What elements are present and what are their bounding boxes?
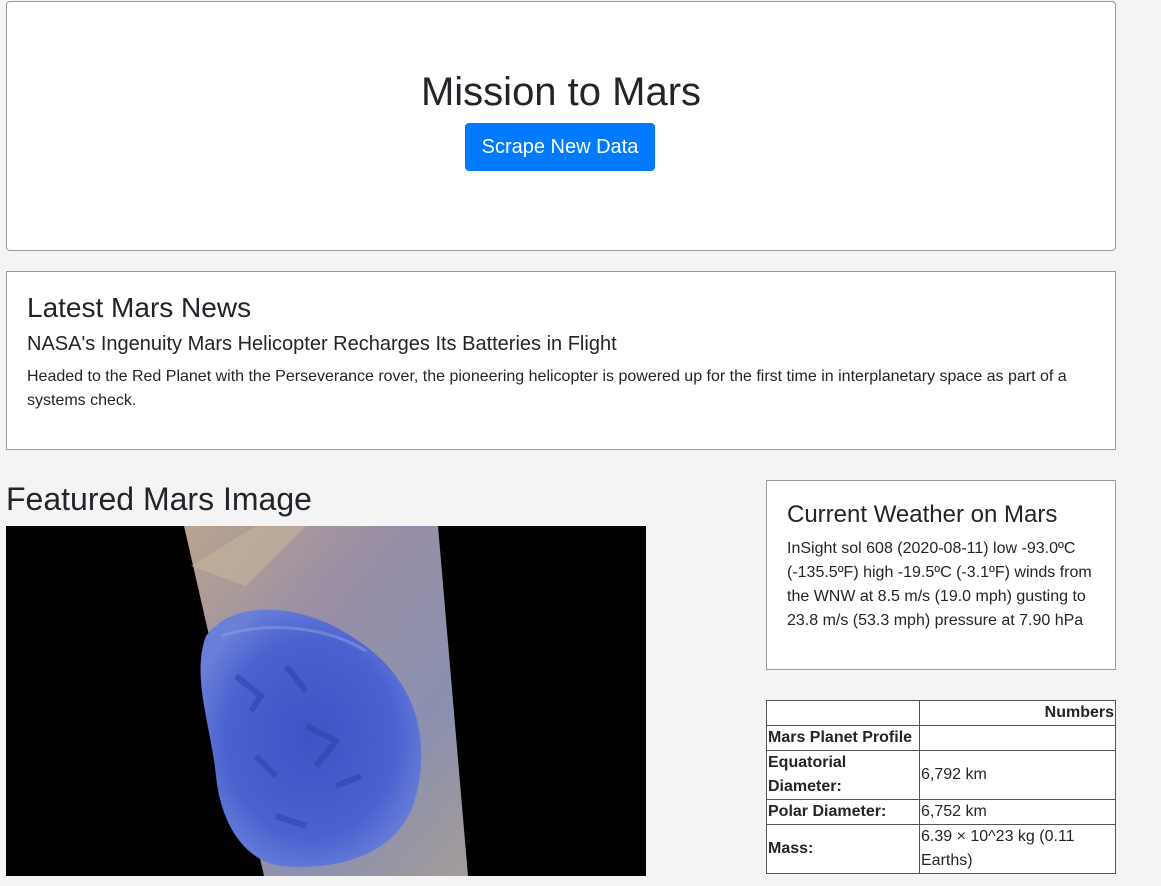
table-header-cell: Numbers xyxy=(919,700,1116,726)
scrape-new-data-button[interactable]: Scrape New Data xyxy=(465,123,655,171)
featured-mars-image xyxy=(6,526,646,876)
fact-label: Equatorial Diameter: xyxy=(766,750,920,800)
fact-label: Mars Planet Profile xyxy=(766,725,920,751)
fact-label: Mass: xyxy=(766,824,920,874)
table-row: Polar Diameter: 6,752 km xyxy=(766,799,1116,825)
featured-image-heading: Featured Mars Image xyxy=(6,481,312,517)
fact-value xyxy=(919,725,1116,751)
news-heading: Latest Mars News xyxy=(27,292,252,323)
table-header-cell xyxy=(766,700,920,726)
table-row: Equatorial Diameter: 6,792 km xyxy=(766,750,1116,800)
table-row: Mass: 6.39 × 10^23 kg (0.11 Earths) xyxy=(766,824,1116,874)
latest-news-panel: Latest Mars News NASA's Ingenuity Mars H… xyxy=(6,271,1116,450)
fact-value: 6,752 km xyxy=(919,799,1116,825)
table-header-row: Numbers xyxy=(766,700,1116,726)
news-title: NASA's Ingenuity Mars Helicopter Recharg… xyxy=(27,333,617,355)
mars-surface-image xyxy=(6,526,646,876)
page-title: Mission to Mars xyxy=(420,70,702,114)
weather-panel: Current Weather on Mars InSight sol 608 … xyxy=(766,480,1116,670)
weather-heading: Current Weather on Mars xyxy=(787,501,1058,528)
table-row: Mars Planet Profile xyxy=(766,725,1116,751)
mars-facts-table: Numbers Mars Planet Profile Equatorial D… xyxy=(766,700,1116,874)
fact-value: 6.39 × 10^23 kg (0.11 Earths) xyxy=(919,824,1116,874)
news-paragraph: Headed to the Red Planet with the Persev… xyxy=(27,368,1067,409)
weather-text: InSight sol 608 (2020-08-11) low -93.0ºC… xyxy=(787,540,1092,629)
header-jumbotron: Mission to Mars Scrape New Data xyxy=(6,1,1116,251)
fact-value: 6,792 km xyxy=(919,750,1116,800)
fact-label: Polar Diameter: xyxy=(766,799,920,825)
